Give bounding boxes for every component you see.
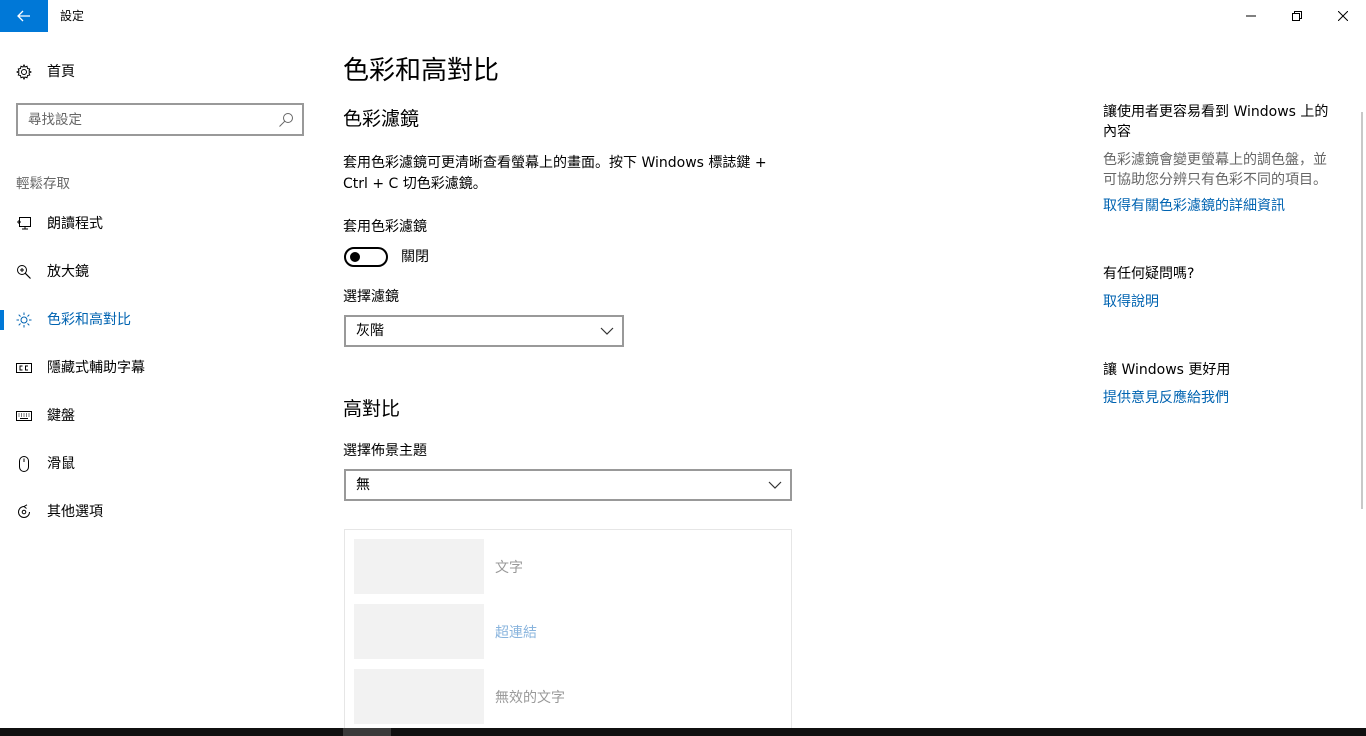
minimize-icon	[1246, 15, 1256, 17]
sidebar-item-label: 色彩和高對比	[47, 312, 131, 328]
chevron-down-icon	[768, 481, 782, 489]
right-panel-heading-line1: 讓使用者更容易看到 Windows 上的	[1103, 104, 1329, 120]
app-title: 設定	[60, 9, 85, 23]
restore-button[interactable]	[1274, 0, 1320, 32]
sidebar-item-closed-captions[interactable]: 隱藏式輔助字幕	[0, 348, 320, 388]
minimize-button[interactable]	[1228, 0, 1274, 32]
hyperlink-color-swatch	[354, 604, 484, 659]
toggle-knob	[350, 252, 360, 262]
choose-filter-label: 選擇濾鏡	[343, 289, 399, 305]
feedback-link[interactable]: 提供意見反應給我們	[1103, 388, 1229, 408]
theme-select-value: 無	[356, 477, 370, 493]
choose-theme-label: 選擇佈景主題	[343, 443, 427, 459]
selection-indicator	[0, 310, 4, 330]
mouse-icon	[16, 456, 32, 472]
chevron-down-icon	[600, 327, 614, 335]
sidebar-item-label: 鍵盤	[47, 408, 75, 424]
search-box[interactable]	[16, 103, 304, 136]
apply-filter-toggle[interactable]	[344, 247, 388, 267]
magnifier-icon	[16, 264, 32, 280]
right-panel-heading-line2: 內容	[1103, 124, 1131, 140]
title-bar: 設定	[0, 0, 1366, 32]
sidebar-item-label: 隱藏式輔助字幕	[47, 360, 145, 376]
sidebar-item-mouse[interactable]: 滑鼠	[0, 444, 320, 484]
improve-windows-heading: 讓 Windows 更好用	[1103, 362, 1231, 378]
keyboard-icon	[16, 408, 32, 424]
color-filters-description-line2: Ctrl + C 切色彩濾鏡。	[343, 176, 487, 192]
color-filters-heading: 色彩濾鏡	[343, 108, 420, 130]
toggle-state-label: 關閉	[401, 249, 429, 265]
apply-filter-label: 套用色彩濾鏡	[343, 219, 427, 235]
sidebar-item-other-options[interactable]: 其他選項	[0, 492, 320, 532]
search-input[interactable]	[18, 105, 276, 134]
text-color-swatch	[354, 539, 484, 594]
back-arrow-icon	[17, 10, 30, 22]
nav-home[interactable]: 首頁	[0, 56, 320, 88]
sidebar-item-color-contrast[interactable]: 色彩和高對比	[0, 300, 320, 340]
theme-select[interactable]: 無	[344, 469, 792, 501]
page-title: 色彩和高對比	[343, 56, 500, 86]
sidebar-item-label: 其他選項	[47, 504, 103, 520]
restore-icon	[1292, 11, 1302, 21]
sidebar-item-label: 放大鏡	[47, 264, 89, 280]
get-help-link[interactable]: 取得說明	[1103, 292, 1159, 312]
taskbar	[0, 728, 1366, 736]
color-filters-description-line1: 套用色彩濾鏡可更清晰查看螢幕上的畫面。按下 Windows 標誌鍵 +	[343, 155, 767, 171]
brightness-icon	[16, 312, 32, 328]
theme-preview: 文字 超連結 無效的文字	[344, 529, 792, 736]
gear-icon	[16, 64, 32, 80]
questions-heading: 有任何疑問嗎?	[1103, 266, 1195, 282]
nav-home-label: 首頁	[47, 64, 75, 80]
sidebar-item-magnifier[interactable]: 放大鏡	[0, 252, 320, 292]
sidebar-item-keyboard[interactable]: 鍵盤	[0, 396, 320, 436]
sidebar-item-label: 滑鼠	[47, 456, 75, 472]
filter-select[interactable]: 灰階	[344, 315, 624, 347]
taskbar-settings-button[interactable]	[343, 728, 391, 736]
filter-select-value: 灰階	[356, 323, 384, 339]
right-panel-text-line2: 可協助您分辨只有色彩不同的項目。	[1103, 172, 1327, 188]
section-label-ease-of-access: 輕鬆存取	[16, 176, 70, 192]
sidebar-item-narrator[interactable]: 朗讀程式	[0, 204, 320, 244]
scrollbar[interactable]	[1361, 112, 1363, 509]
right-panel-text-line1: 色彩濾鏡會變更螢幕上的調色盤，並	[1103, 152, 1327, 168]
high-contrast-heading: 高對比	[343, 398, 401, 420]
sidebar-item-label: 朗讀程式	[47, 216, 103, 232]
learn-more-link[interactable]: 取得有關色彩濾鏡的詳細資訊	[1103, 196, 1285, 216]
text-swatch-label: 文字	[495, 560, 523, 576]
close-button[interactable]	[1320, 0, 1366, 32]
narrator-icon	[16, 216, 32, 232]
other-options-icon	[16, 504, 32, 520]
closed-captions-icon	[16, 360, 32, 376]
disabled-text-color-swatch	[354, 669, 484, 724]
search-icon[interactable]	[278, 112, 294, 128]
back-button[interactable]	[0, 0, 48, 32]
disabled-text-swatch-label: 無效的文字	[495, 690, 565, 706]
close-icon	[1338, 11, 1348, 21]
hyperlink-swatch-label: 超連結	[495, 625, 537, 641]
